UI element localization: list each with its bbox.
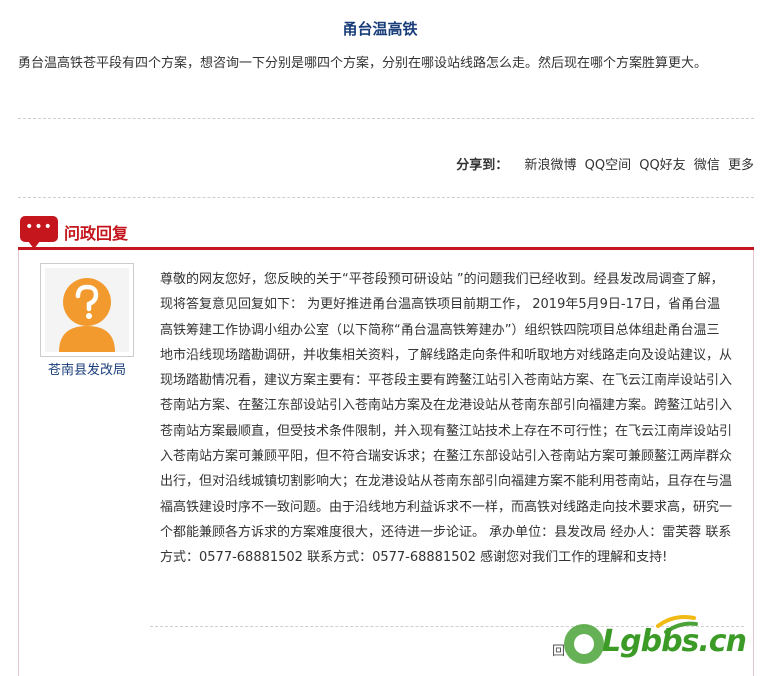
- department-name: 苍南县发改局: [47, 363, 126, 378]
- avatar: [40, 263, 134, 357]
- share-more-link[interactable]: 更多: [728, 158, 754, 173]
- share-weibo-link[interactable]: 新浪微博: [524, 158, 576, 173]
- share-qzone-link[interactable]: QQ空间: [585, 158, 631, 173]
- share-wechat-link[interactable]: 微信: [694, 158, 720, 173]
- question-text: 勇台温高铁苍平段有四个方案，想咨询一下分别是哪四个方案，分别在哪设站线路怎么走。…: [18, 56, 708, 71]
- share-bar: 分享到： 新浪微博 QQ空间 QQ好友 微信 更多: [456, 154, 754, 173]
- page-title: 甬台温高铁: [342, 20, 418, 38]
- share-qq-friend-link[interactable]: QQ好友: [639, 158, 685, 173]
- chat-bubble-icon: •••: [20, 216, 58, 249]
- reply-section-header: ••• 问政回复: [18, 216, 754, 250]
- reply-body: 尊敬的网友您好，您反映的关于“平苍段预可研设站 ”的问题我们已经收到。经县发改局…: [160, 272, 733, 566]
- divider: [18, 118, 754, 119]
- watermark-text: Lgbbs.cn: [602, 624, 747, 659]
- share-label: 分享到：: [456, 158, 509, 173]
- question-mark-avatar-icon: [45, 268, 129, 352]
- reply-section-title: 问政回复: [64, 224, 129, 243]
- divider: [18, 197, 754, 198]
